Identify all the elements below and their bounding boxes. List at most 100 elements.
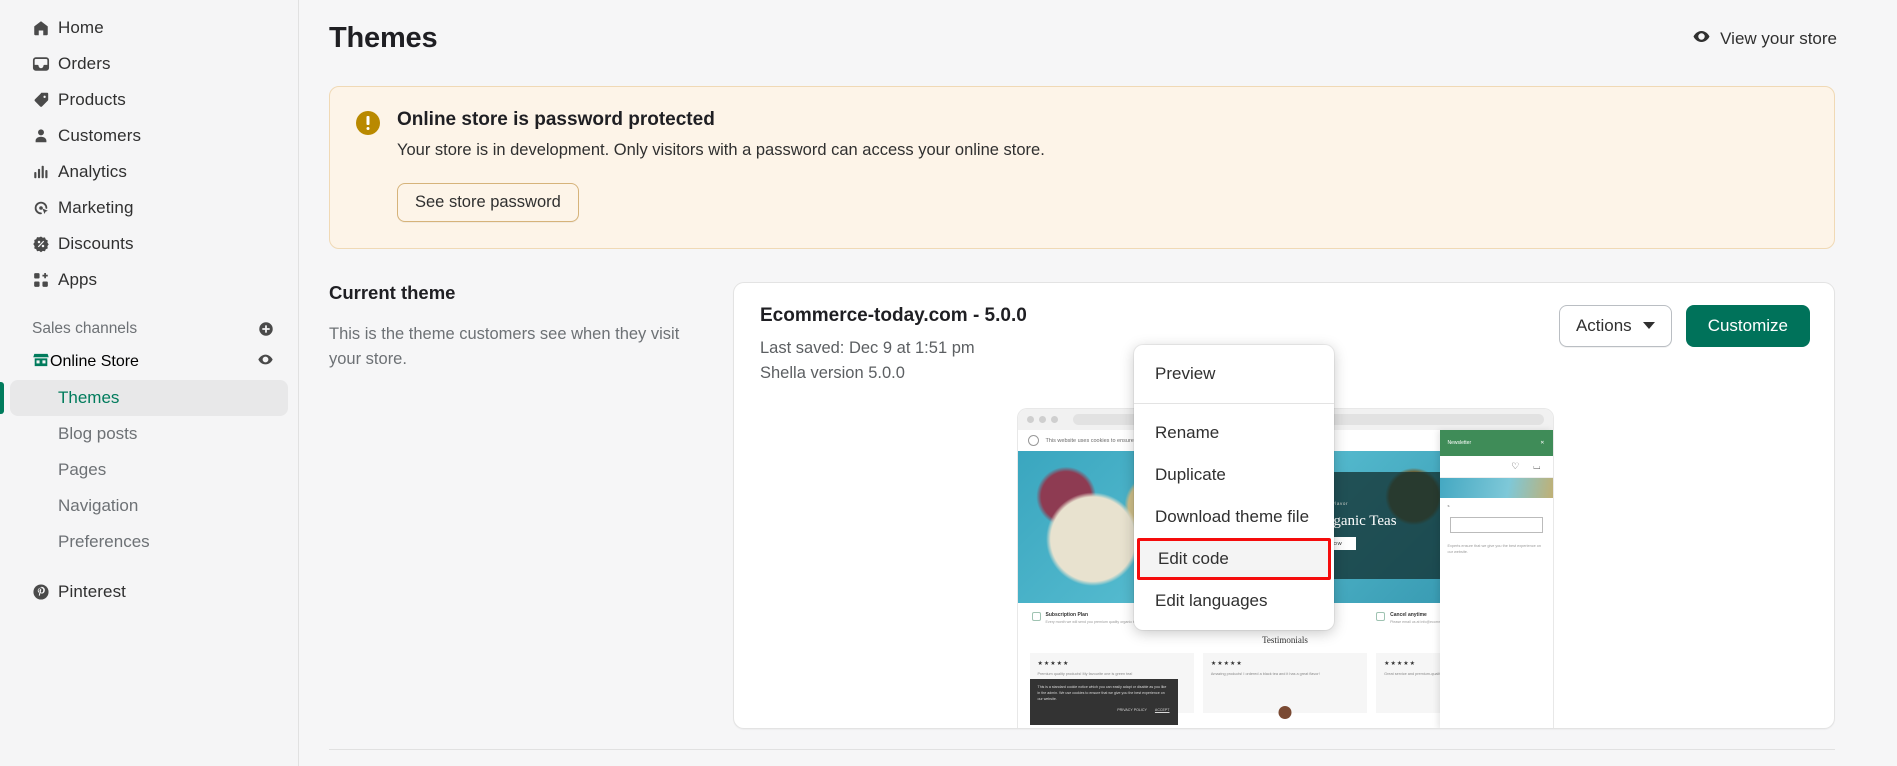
cancel-icon [1376, 612, 1386, 622]
sidebar-item-apps[interactable]: Apps [10, 262, 288, 298]
password-protected-banner: Online store is password protected Your … [329, 86, 1835, 249]
sidebar-item-label: Orders [58, 54, 111, 73]
sidebar-item-analytics[interactable]: Analytics [10, 154, 288, 190]
cookie-icon [1027, 435, 1039, 447]
browser-dot [1026, 416, 1034, 424]
analytics-icon [32, 163, 58, 181]
view-your-store-link[interactable]: View your store [1692, 27, 1837, 51]
sidebar-item-label: Preferences [58, 532, 150, 551]
current-theme-heading: Current theme [329, 281, 456, 303]
sidebar-item-products[interactable]: Products [10, 82, 288, 118]
storefront-icon [32, 351, 50, 374]
sidebar-item-home[interactable]: Home [10, 10, 288, 46]
preview-side-text: s [1447, 503, 1450, 509]
sidebar-item-label: Apps [58, 270, 98, 289]
preview-quote: Premium quality products! My favourite o… [1037, 672, 1133, 677]
theme-version: Shella version 5.0.0 [760, 364, 905, 383]
menu-item-edit-languages[interactable]: Edit languages [1134, 580, 1334, 622]
main-content: Themes View your store Online store is p… [299, 0, 1897, 766]
sidebar-item-customers[interactable]: Customers [10, 118, 288, 154]
marketing-icon [32, 199, 58, 217]
discounts-icon [32, 235, 58, 253]
apps-icon [32, 271, 58, 289]
sidebar-item-label: Customers [58, 126, 142, 145]
theme-name: Ecommerce-today.com - 5.0.0 [760, 304, 1027, 326]
sidebar-item-pinterest[interactable]: Pinterest [10, 574, 288, 610]
actions-dropdown-menu: Preview Rename Duplicate Download theme … [1134, 344, 1334, 630]
home-icon [32, 19, 58, 37]
sidebar-item-preferences[interactable]: Preferences [10, 524, 288, 560]
subscription-icon [1031, 612, 1041, 622]
shopify-admin-window: Home Orders Products Customers Analytics [0, 0, 1897, 766]
menu-item-preview[interactable]: Preview [1134, 353, 1334, 395]
orders-icon [32, 55, 58, 73]
sidebar-item-label: Navigation [58, 496, 139, 515]
sidebar-item-themes[interactable]: Themes [0, 380, 288, 416]
sidebar-item-label: Discounts [58, 234, 134, 253]
preview-testimonial: ★★★★★ Amazing products! I ordered a blac… [1202, 653, 1368, 720]
preview-quote: Amazing products! I ordered a black tea … [1210, 672, 1320, 677]
preview-accept-button: ACCEPT [1154, 708, 1170, 713]
browser-dot [1038, 416, 1046, 424]
menu-divider [1134, 402, 1334, 404]
banner-title: Online store is password protected [397, 109, 715, 130]
sidebar-item-pages[interactable]: Pages [10, 452, 288, 488]
preview-side-note: Experts ensure that we give you the best… [1447, 544, 1542, 555]
sidebar-item-orders[interactable]: Orders [10, 46, 288, 82]
theme-identity: Ecommerce-today.com - 5.0.0 Last saved: … [760, 305, 1027, 387]
heart-icon: ♡ [1511, 461, 1520, 472]
active-indicator [0, 382, 4, 414]
preview-cookie-popup: This is a standard cookie notice which y… [1029, 679, 1178, 726]
sidebar-item-label: Marketing [58, 198, 134, 217]
preview-privacy-policy-link: PRIVACY POLICY [1117, 708, 1147, 713]
theme-card: Ecommerce-today.com - 5.0.0 Last saved: … [733, 281, 1835, 729]
current-theme-section: Current theme This is the theme customer… [329, 281, 1835, 729]
see-store-password-button[interactable]: See store password [397, 182, 579, 222]
sidebar-item-marketing[interactable]: Marketing [10, 190, 288, 226]
eye-icon[interactable] [257, 351, 274, 373]
eye-icon [1692, 27, 1711, 51]
sales-channels-label: Sales channels [32, 320, 138, 337]
bag-icon: ⌴ [1533, 461, 1541, 472]
page-header: Themes View your store [299, 0, 1897, 55]
current-theme-description: This is the theme customers see when the… [329, 324, 680, 368]
sidebar-item-label: Pages [58, 460, 107, 479]
products-icon [32, 91, 58, 109]
sidebar-item-online-store[interactable]: Online Store [10, 344, 288, 380]
sidebar-item-label: Themes [58, 388, 120, 407]
menu-item-duplicate[interactable]: Duplicate [1134, 454, 1334, 496]
warning-icon [356, 111, 380, 135]
actions-button-label: Actions [1575, 315, 1632, 335]
customize-button[interactable]: Customize [1685, 304, 1810, 347]
sidebar-item-label: Home [58, 18, 104, 37]
menu-item-download-theme-file[interactable]: Download theme file [1134, 496, 1334, 538]
sidebar-item-label: Online Store [50, 353, 139, 370]
preview-side-image [1439, 478, 1553, 499]
sidebar-item-label: Analytics [58, 162, 127, 181]
preview-side-icons: ♡ ⌴ [1439, 456, 1553, 479]
sidebar-item-blog-posts[interactable]: Blog posts [10, 416, 288, 452]
sidebar: Home Orders Products Customers Analytics [0, 0, 299, 766]
preview-side-panel: Newsletter ✕ ♡ ⌴ s Experts ensure that w… [1439, 430, 1553, 728]
actions-button[interactable]: Actions [1558, 304, 1672, 347]
sidebar-item-label: Products [58, 90, 126, 109]
sidebar-item-label: Pinterest [58, 582, 126, 601]
browser-dot [1050, 416, 1058, 424]
preview-side-panel-title: Newsletter [1447, 440, 1472, 447]
avatar [1278, 706, 1292, 720]
sidebar-item-discounts[interactable]: Discounts [10, 226, 288, 262]
preview-stars: ★★★★★ [1210, 661, 1243, 668]
menu-item-edit-code[interactable]: Edit code [1137, 537, 1331, 580]
preview-cookie-popup-text: This is a standard cookie notice which y… [1037, 685, 1167, 701]
theme-last-saved: Last saved: Dec 9 at 1:51 pm [760, 338, 975, 357]
preview-side-input [1449, 517, 1543, 534]
chevron-down-icon [1642, 322, 1655, 330]
menu-item-rename[interactable]: Rename [1134, 412, 1334, 454]
pinterest-icon [32, 583, 58, 601]
plus-circle-icon[interactable] [258, 321, 274, 337]
preview-cookie-popup-actions: PRIVACY POLICY ACCEPT [1038, 708, 1170, 714]
preview-stars: ★★★★★ [1037, 661, 1070, 668]
sidebar-item-label: Blog posts [58, 424, 138, 443]
theme-card-buttons: Actions Customize [1558, 304, 1810, 347]
sidebar-item-navigation[interactable]: Navigation [10, 488, 288, 524]
